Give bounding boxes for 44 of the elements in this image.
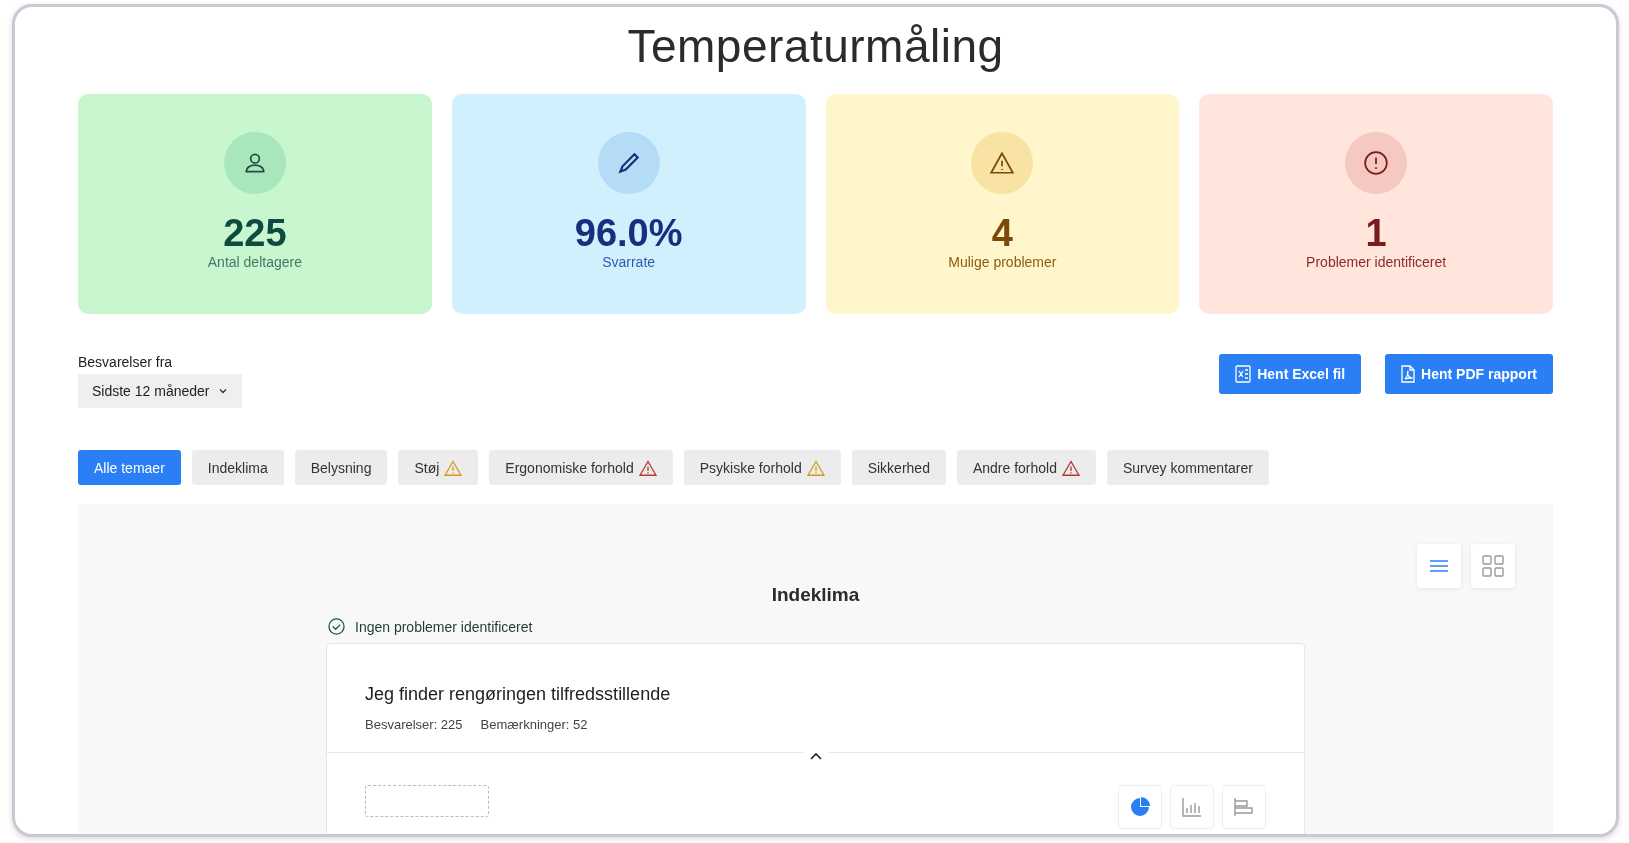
stat-label: Problemer identificeret: [1306, 254, 1447, 271]
remarks-count: Bemærkninger: 52: [480, 717, 588, 733]
theme-tab[interactable]: Ergonomiske forhold: [489, 450, 673, 486]
grid-view-button[interactable]: [1471, 544, 1515, 589]
pie-chart-button[interactable]: [1118, 785, 1162, 830]
grid-icon: [1482, 555, 1504, 578]
pencil-icon: [615, 150, 642, 177]
bar-chart-button[interactable]: [1170, 785, 1214, 830]
theme-tab[interactable]: Andre forhold: [956, 450, 1096, 486]
alert-icon: [1363, 150, 1390, 177]
list-view-button[interactable]: [1417, 544, 1461, 589]
theme-tab[interactable]: Survey kommentarer: [1107, 450, 1269, 486]
excel-file-icon: [1235, 365, 1252, 384]
stat-value: 225: [223, 214, 287, 253]
horizontal-bar-chart-button[interactable]: [1222, 785, 1266, 830]
theme-tab[interactable]: Sikkerhed: [851, 450, 946, 486]
download-button[interactable]: Hent Excel fil: [1219, 354, 1362, 395]
chevron-up-icon: [808, 751, 823, 762]
filter-label: Besvarelser fra: [78, 354, 174, 371]
bar-chart-icon: [1182, 797, 1202, 818]
theme-tab[interactable]: Støj: [398, 450, 479, 486]
theme-tab[interactable]: Alle temaer: [78, 450, 181, 486]
question-text: Jeg finder rengøringen tilfredsstillende: [365, 684, 672, 706]
pdf-file-icon: [1401, 365, 1416, 384]
status-text: Ingen problemer identificeret: [355, 618, 533, 635]
pie-chart-icon: [1130, 797, 1150, 818]
horizontal-bar-chart-icon: [1234, 797, 1254, 818]
theme-tab[interactable]: Psykiske forhold: [683, 450, 841, 486]
theme-tab[interactable]: Belysning: [294, 450, 388, 486]
stat-value: 96.0%: [574, 214, 683, 253]
stat-label: Mulige problemer: [948, 254, 1057, 271]
section-title: Indeklima: [770, 584, 861, 607]
warning-icon: [989, 150, 1016, 177]
theme-tab[interactable]: Indeklima: [191, 450, 284, 486]
page-title: Temperaturmåling: [626, 19, 1005, 74]
list-icon: [1429, 559, 1449, 574]
stat-value: 1: [1365, 214, 1387, 253]
check-circle-icon: [328, 618, 345, 636]
download-button[interactable]: Hent PDF rapport: [1385, 354, 1553, 395]
stat-label: Svarrate: [602, 254, 656, 271]
responses-count: Besvarelser: 225: [365, 717, 463, 733]
period-dropdown[interactable]: Sidste 12 måneder: [78, 374, 242, 409]
stat-value: 4: [991, 214, 1013, 253]
stat-label: Antal deltagere: [207, 254, 302, 271]
